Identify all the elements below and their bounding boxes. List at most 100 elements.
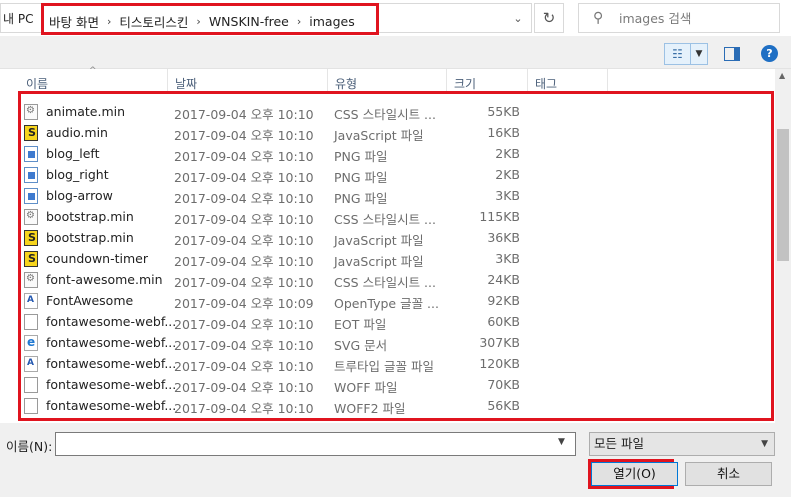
file-name: fontawesome-webf... [46,398,177,413]
file-name: animate.min [46,104,126,119]
css-file-icon [24,209,38,225]
file-name: fontawesome-webf... [46,377,177,392]
file-type: PNG 파일 [334,149,388,164]
column-divider[interactable] [327,69,328,93]
file-date: 2017-09-04 오후 10:10 [174,170,314,185]
file-size: 16KB [487,125,520,140]
column-divider[interactable] [446,69,447,93]
file-row[interactable]: coundown-timer 2017-09-04 오후 10:10 JavaScr… [22,248,772,269]
file-size: 36KB [487,230,520,245]
chevron-right-icon[interactable]: › [196,15,200,28]
search-box[interactable]: ⚲ [578,3,780,33]
font-file-icon [24,356,38,372]
js-file-icon [24,230,38,246]
file-date: 2017-09-04 오후 10:10 [174,275,314,290]
file-row[interactable]: fontawesome-webf... 2017-09-04 오후 10:10 WO… [22,374,772,395]
column-size[interactable]: 크기 [454,75,476,92]
chevron-down-icon[interactable]: ▼ [558,437,565,447]
column-divider[interactable] [167,69,168,93]
file-size: 307KB [479,335,520,350]
breadcrumb-item[interactable]: 바탕 화면 [49,12,99,31]
file-row[interactable]: fontawesome-webf...2017-09-04 오후 10:10 SV… [22,332,772,353]
file-row[interactable]: fontawesome-webf... 2017-09-04 오후 10:10 EO… [22,311,772,332]
filetype-select[interactable]: 모든 파일 ▼ [589,432,775,456]
png-file-icon [24,188,38,204]
file-row[interactable]: animate.min 2017-09-04 오후 10:10 CSS 스타일시트 … [22,101,772,122]
scroll-thumb[interactable] [777,129,789,261]
svg-file-icon [24,335,38,351]
file-type: CSS 스타일시트 ... [334,275,436,290]
column-tags[interactable]: 태그 [535,75,557,92]
file-row[interactable]: fontawesome-webf...2017-09-04 오후 10:10 트루… [22,353,772,374]
file-type: CSS 스타일시트 ... [334,212,436,227]
filename-label: 이름(N): [6,439,53,454]
file-size: 115KB [479,209,520,224]
column-name[interactable]: 이름 [26,75,48,92]
filename-input[interactable] [55,432,576,456]
chevron-down-icon[interactable]: ⌄ [509,12,527,28]
file-date: 2017-09-04 오후 10:10 [174,107,314,122]
file-size: 70KB [487,377,520,392]
change-view-button[interactable]: ☷ ▼ [664,43,708,65]
file-row[interactable]: fontawesome-webf... 2017-09-04 오후 10:10 WO… [22,395,772,416]
file-type: WOFF2 파일 [334,401,406,416]
file-type: 트루타입 글꼴 파일 [334,359,434,374]
chevron-down-icon[interactable]: ▼ [691,44,707,64]
file-row[interactable]: blog-arrow 2017-09-04 오후 10:10 PNG 파일 3KB [22,185,772,206]
file-row[interactable]: bootstrap.min 2017-09-04 오후 10:10 JavaScri… [22,227,772,248]
search-input[interactable] [619,10,769,26]
file-row[interactable]: font-awesome.min 2017-09-04 오후 10:10 CSS 스… [22,269,772,290]
refresh-button[interactable]: ↻ [534,3,564,33]
file-type: SVG 문서 [334,338,388,353]
this-pc-label[interactable]: 내 PC [1,10,41,27]
breadcrumb: 바탕 화면 › 티스토리스킨 › WNSKIN-free › images [41,6,379,36]
js-file-icon [24,125,38,141]
css-file-icon [24,104,38,120]
js-file-icon [24,251,38,267]
column-date[interactable]: 날짜 [175,75,197,92]
file-size: 2KB [495,167,520,182]
chevron-right-icon[interactable]: › [297,15,301,28]
column-divider[interactable] [527,69,528,93]
file-type: OpenType 글꼴 ... [334,296,439,311]
column-header-row: ^ 이름 날짜 유형 크기 태그 [0,66,775,93]
details-view-icon[interactable]: ☷ [665,44,691,64]
file-date: 2017-09-04 오후 10:10 [174,128,314,143]
file-name: coundown-timer [46,251,148,266]
preview-pane-icon[interactable] [724,47,740,61]
file-row[interactable]: audio.min 2017-09-04 오후 10:10 JavaScript 파… [22,122,772,143]
vertical-scrollbar[interactable]: ▲ [775,69,791,424]
breadcrumb-item[interactable]: 티스토리스킨 [119,12,188,31]
file-row[interactable]: blog_left 2017-09-04 오후 10:10 PNG 파일 2KB [22,143,772,164]
help-icon[interactable]: ? [761,45,778,62]
scroll-up-icon[interactable]: ▲ [779,71,785,80]
file-list[interactable]: ^ 이름 날짜 유형 크기 태그 animate.min 2017-09-04 오… [0,66,791,424]
file-date: 2017-09-04 오후 10:09 [174,296,314,311]
png-file-icon [24,167,38,183]
file-date: 2017-09-04 오후 10:10 [174,317,314,332]
css-file-icon [24,272,38,288]
file-date: 2017-09-04 오후 10:10 [174,212,314,227]
blank-file-icon [24,314,38,330]
chevron-down-icon: ▼ [761,439,768,449]
cancel-button[interactable]: 취소 [685,462,772,486]
address-bar-region: 내 PC 바탕 화면 › 티스토리스킨 › WNSKIN-free › images ⌄ ↻… [0,0,791,36]
file-name: fontawesome-webf... [46,356,177,371]
file-name: font-awesome.min [46,272,163,287]
file-size: 3KB [495,251,520,266]
address-bar[interactable]: 내 PC 바탕 화면 › 티스토리스킨 › WNSKIN-free › images ⌄ [0,3,532,33]
file-row[interactable]: bootstrap.min 2017-09-04 오후 10:10 CSS 스타일시… [22,206,772,227]
file-name: bootstrap.min [46,230,134,245]
file-row[interactable]: FontAwesome 2017-09-04 오후 10:09 OpenType 글… [22,290,772,311]
file-size: 3KB [495,188,520,203]
file-type: PNG 파일 [334,191,388,206]
column-type[interactable]: 유형 [335,75,357,92]
file-name: blog_left [46,146,100,161]
breadcrumb-item[interactable]: WNSKIN-free [209,14,289,29]
chevron-right-icon[interactable]: › [107,15,111,28]
breadcrumb-item[interactable]: images [309,14,354,29]
column-divider[interactable] [607,69,608,93]
open-button[interactable]: 열기(O) [591,462,678,486]
file-row[interactable]: blog_right 2017-09-04 오후 10:10 PNG 파일 2KB [22,164,772,185]
file-date: 2017-09-04 오후 10:10 [174,149,314,164]
